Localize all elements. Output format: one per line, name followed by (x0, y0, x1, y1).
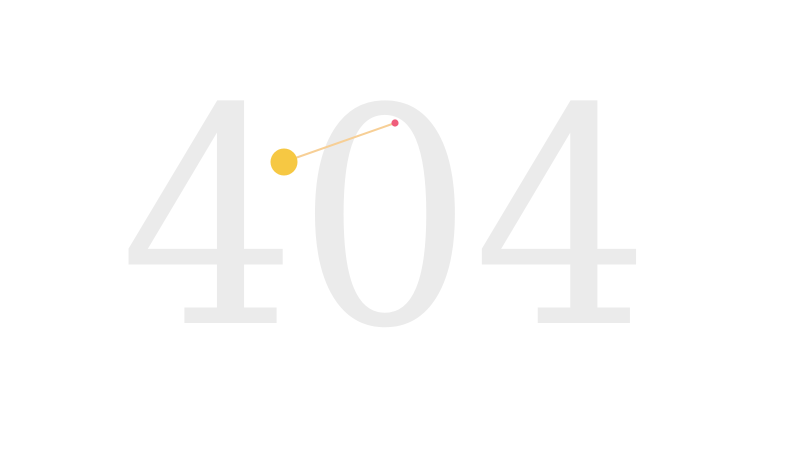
pendulum-pivot-icon (391, 119, 399, 127)
pendulum-string (283, 122, 396, 163)
pendulum-animation (270, 119, 399, 176)
pendulum-ball-icon (270, 148, 298, 176)
error-404-page: 404 (0, 0, 800, 450)
